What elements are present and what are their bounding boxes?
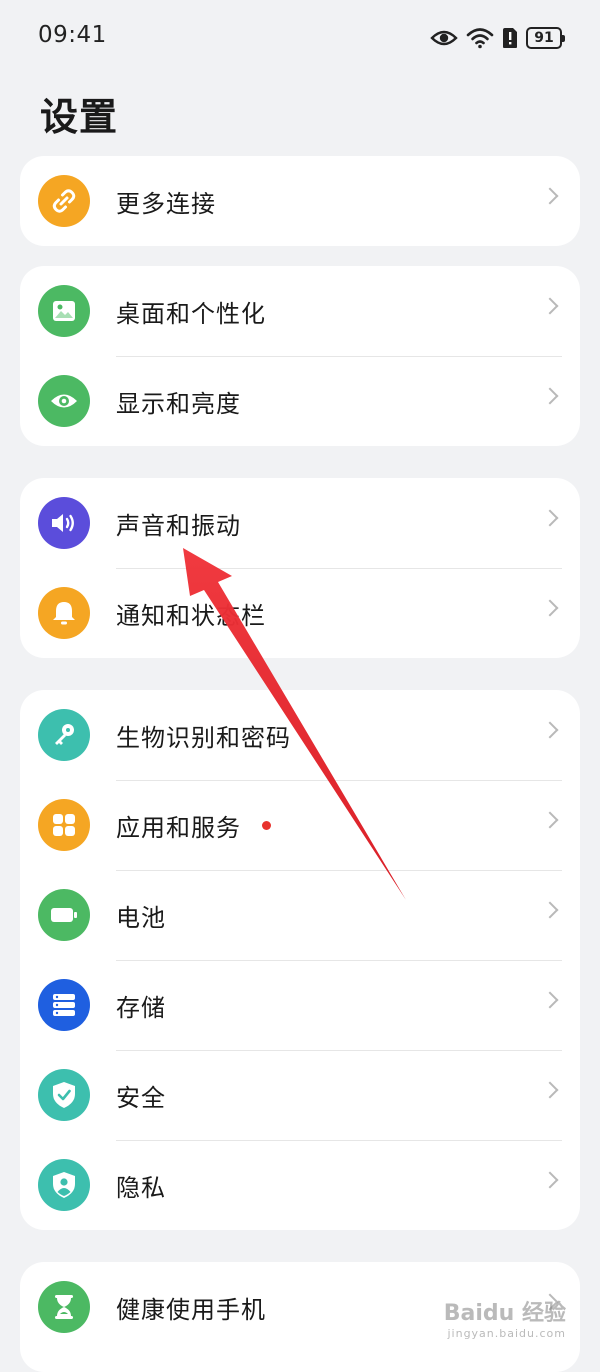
shield-check-icon	[38, 1069, 90, 1121]
row-display-brightness[interactable]: 显示和亮度	[20, 356, 580, 446]
card-display: 桌面和个性化 显示和亮度	[20, 266, 580, 446]
chevron-right-icon	[541, 1081, 559, 1099]
chevron-right-icon	[541, 509, 559, 527]
row-label: 应用和服务	[116, 813, 241, 842]
sim-alert-icon	[503, 28, 517, 48]
chevron-right-icon	[541, 387, 559, 405]
chevron-right-icon	[541, 187, 559, 205]
row-label: 通知和状态栏	[116, 601, 266, 630]
row-label: 桌面和个性化	[116, 299, 266, 328]
link-icon	[38, 175, 90, 227]
battery-icon	[38, 889, 90, 941]
card-sound-notification: 声音和振动 通知和状态栏	[20, 478, 580, 658]
row-more-connections[interactable]: 更多连接	[20, 156, 580, 246]
row-notification-statusbar[interactable]: 通知和状态栏	[20, 568, 580, 658]
key-icon	[38, 709, 90, 761]
row-label: 隐私	[116, 1173, 166, 1202]
row-label: 显示和亮度	[116, 389, 241, 418]
battery-status: 91	[526, 27, 565, 49]
status-bar: 09:41 91	[0, 0, 600, 76]
row-desktop-personalization[interactable]: 桌面和个性化	[20, 266, 580, 356]
row-privacy[interactable]: 隐私	[20, 1140, 580, 1230]
row-label: 更多连接	[116, 189, 216, 218]
image-icon	[38, 285, 90, 337]
chevron-right-icon	[541, 811, 559, 829]
baidu-watermark: Baidu 经验 jingyan.baidu.com	[444, 1295, 566, 1340]
chevron-right-icon	[541, 721, 559, 739]
row-battery[interactable]: 电池	[20, 870, 580, 960]
row-sound-vibration[interactable]: 声音和振动	[20, 478, 580, 568]
wifi-icon	[466, 28, 494, 49]
card-security-apps: 生物识别和密码 应用和服务 电池 存储 安全 隐私	[20, 690, 580, 1230]
new-badge-dot	[262, 821, 271, 830]
battery-level: 91	[534, 30, 554, 46]
row-biometrics-password[interactable]: 生物识别和密码	[20, 690, 580, 780]
row-label: 安全	[116, 1083, 166, 1112]
chevron-right-icon	[541, 297, 559, 315]
row-security[interactable]: 安全	[20, 1050, 580, 1140]
row-apps-services[interactable]: 应用和服务	[20, 780, 580, 870]
watermark-sub: jingyan.baidu.com	[447, 1327, 566, 1340]
card-connections: 更多连接	[20, 156, 580, 246]
row-label: 电池	[116, 903, 166, 932]
row-label: 存储	[116, 993, 166, 1022]
chevron-right-icon	[541, 599, 559, 617]
chevron-right-icon	[541, 901, 559, 919]
watermark-main: Baidu 经验	[443, 1301, 566, 1326]
chevron-right-icon	[541, 1171, 559, 1189]
apps-icon	[38, 799, 90, 851]
row-label: 健康使用手机	[116, 1295, 266, 1324]
speaker-icon	[38, 497, 90, 549]
eye-icon	[38, 375, 90, 427]
row-storage[interactable]: 存储	[20, 960, 580, 1050]
privacy-shield-icon	[38, 1159, 90, 1211]
row-label: 声音和振动	[116, 511, 241, 540]
row-label: 生物识别和密码	[116, 723, 291, 752]
status-icons: 91	[430, 22, 565, 54]
storage-icon	[38, 979, 90, 1031]
chevron-right-icon	[541, 991, 559, 1009]
page-title: 设置	[40, 95, 119, 139]
eye-status-icon	[430, 30, 458, 46]
status-time: 09:41	[38, 22, 107, 48]
bell-icon	[38, 587, 90, 639]
hourglass-icon	[38, 1281, 90, 1333]
